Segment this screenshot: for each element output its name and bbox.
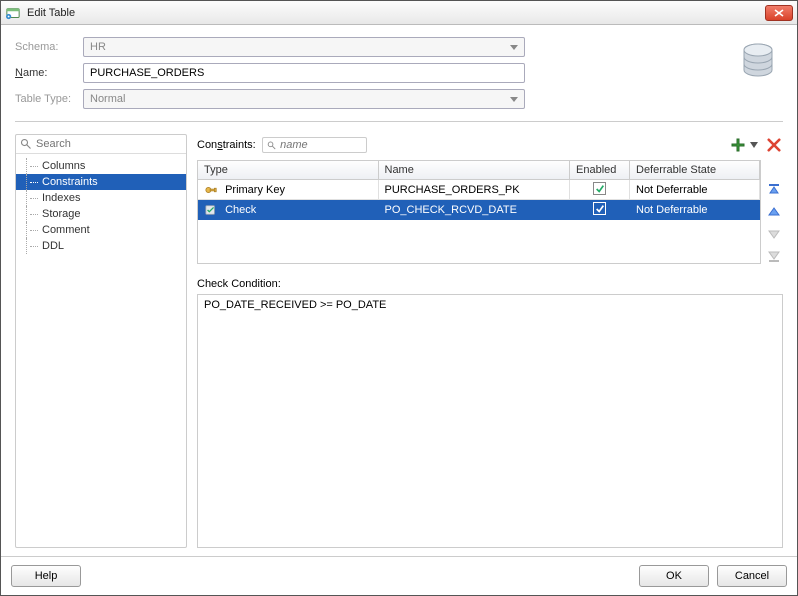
- check-condition-label: Check Condition:: [197, 278, 783, 290]
- delete-constraint-button[interactable]: [765, 136, 783, 154]
- name-input[interactable]: [83, 63, 525, 83]
- col-enabled[interactable]: Enabled: [570, 161, 630, 180]
- check-icon: [204, 203, 218, 217]
- enabled-checkbox[interactable]: [593, 182, 606, 195]
- sidebar-item-constraints[interactable]: Constraints: [16, 174, 186, 190]
- search-icon: [267, 140, 276, 151]
- add-constraint-button[interactable]: [729, 136, 747, 154]
- schema-value: HR: [90, 41, 106, 53]
- move-down-button[interactable]: [766, 226, 782, 242]
- table-header: Type Name Enabled Deferrable State: [198, 161, 760, 180]
- table-type-select: Normal: [83, 89, 525, 109]
- add-constraint-dropdown[interactable]: [749, 136, 759, 154]
- table-row[interactable]: Check PO_CHECK_RCVD_DATE Not Deferrable: [198, 200, 760, 220]
- app-icon: [5, 5, 21, 21]
- table-row[interactable]: Primary Key PURCHASE_ORDERS_PK Not Defer…: [198, 180, 760, 200]
- chevron-down-icon: [510, 45, 518, 50]
- table-type-label: Table Type:: [15, 93, 75, 105]
- chevron-down-icon: [510, 97, 518, 102]
- database-icon: [741, 43, 775, 84]
- name-label: Name:: [15, 67, 75, 79]
- sidebar-search[interactable]: [16, 135, 186, 154]
- sidebar-item-indexes[interactable]: Indexes: [16, 190, 186, 206]
- enabled-checkbox[interactable]: [593, 202, 606, 215]
- col-type[interactable]: Type: [198, 161, 378, 180]
- table-type-value: Normal: [90, 93, 125, 105]
- col-name[interactable]: Name: [378, 161, 570, 180]
- constraints-label: Constraints:: [197, 139, 256, 151]
- window-title: Edit Table: [27, 7, 765, 19]
- move-bottom-button[interactable]: [766, 248, 782, 264]
- ok-button[interactable]: OK: [639, 565, 709, 587]
- close-button[interactable]: [765, 5, 793, 21]
- sidebar-item-comment[interactable]: Comment: [16, 222, 186, 238]
- check-condition-input[interactable]: PO_DATE_RECEIVED >= PO_DATE: [197, 294, 783, 548]
- sidebar-item-columns[interactable]: Columns: [16, 158, 186, 174]
- sidebar-item-storage[interactable]: Storage: [16, 206, 186, 222]
- sidebar: Columns Constraints Indexes Storage Comm…: [15, 134, 187, 548]
- search-icon: [20, 138, 32, 150]
- constraints-filter[interactable]: [262, 137, 367, 153]
- sidebar-item-ddl[interactable]: DDL: [16, 238, 186, 254]
- schema-select: HR: [83, 37, 525, 57]
- titlebar: Edit Table: [1, 1, 797, 25]
- move-top-button[interactable]: [766, 182, 782, 198]
- move-up-button[interactable]: [766, 204, 782, 220]
- constraints-table: Type Name Enabled Deferrable State: [198, 161, 760, 220]
- constraints-filter-input[interactable]: [280, 139, 362, 151]
- sidebar-search-input[interactable]: [36, 138, 182, 150]
- schema-label: Schema:: [15, 41, 75, 53]
- primary-key-icon: [204, 183, 218, 197]
- help-button[interactable]: Help: [11, 565, 81, 587]
- cancel-button[interactable]: Cancel: [717, 565, 787, 587]
- col-deferrable[interactable]: Deferrable State: [630, 161, 760, 180]
